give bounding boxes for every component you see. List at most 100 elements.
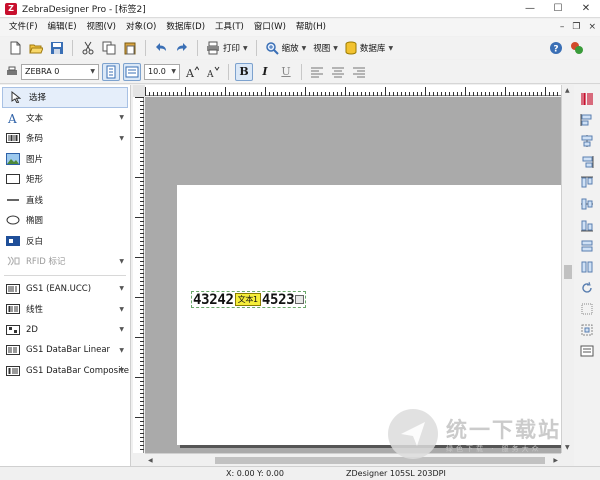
tool-rectangle[interactable]: 矩形 bbox=[0, 169, 130, 190]
inverse-icon bbox=[6, 235, 20, 247]
mdi-minimize-button[interactable]: – bbox=[560, 19, 565, 36]
align-center-icon bbox=[332, 67, 344, 77]
snap-button[interactable] bbox=[579, 322, 595, 338]
menu-view[interactable]: 视图(V) bbox=[82, 19, 121, 36]
rotate-button[interactable] bbox=[579, 280, 595, 296]
zoom-button[interactable]: 缩放 ▼ bbox=[263, 41, 309, 55]
tool-label: RFID 标记 bbox=[26, 257, 66, 268]
scroll-down-icon[interactable]: ▼ bbox=[565, 444, 570, 451]
toolbar-separator bbox=[72, 40, 73, 56]
print-button[interactable]: 打印 ▼ bbox=[204, 41, 250, 55]
tool-select[interactable]: 选择 bbox=[2, 87, 128, 108]
tool-ellipse[interactable]: 椭圆 bbox=[0, 210, 130, 231]
align-right-button[interactable] bbox=[350, 63, 368, 81]
cut-button[interactable] bbox=[79, 39, 97, 57]
menu-object[interactable]: 对象(O) bbox=[121, 19, 161, 36]
portrait-button[interactable] bbox=[102, 62, 120, 81]
ruler-corner bbox=[133, 85, 145, 97]
menu-file[interactable]: 文件(F) bbox=[4, 19, 43, 36]
vertical-scrollbar[interactable]: ▲ ▼ bbox=[561, 85, 573, 453]
align-right-edges-button[interactable] bbox=[579, 154, 595, 170]
paste-button[interactable] bbox=[121, 39, 139, 57]
tool-2d[interactable]: 2D ▼ bbox=[0, 320, 130, 341]
help-button[interactable]: ? bbox=[547, 39, 565, 57]
scroll-right-icon[interactable]: ▶ bbox=[553, 457, 558, 464]
tool-label: 反白 bbox=[26, 236, 44, 247]
minimize-button[interactable]: — bbox=[516, 0, 544, 18]
save-button[interactable] bbox=[48, 39, 66, 57]
landscape-button[interactable] bbox=[123, 62, 141, 81]
grow-font-button[interactable]: A bbox=[183, 63, 201, 81]
menu-database[interactable]: 数据库(D) bbox=[161, 19, 210, 36]
snap-frame-icon bbox=[581, 324, 593, 336]
app-logo-icon: Z bbox=[5, 2, 17, 15]
vertical-scroll-thumb[interactable] bbox=[564, 265, 572, 279]
same-width-button[interactable] bbox=[579, 238, 595, 254]
object-properties-button[interactable] bbox=[579, 343, 595, 359]
redo-button[interactable] bbox=[173, 39, 191, 57]
printer-select[interactable]: ZEBRA 0 ▼ bbox=[21, 63, 99, 80]
align-left-button[interactable] bbox=[308, 63, 326, 81]
align-left-edges-button[interactable] bbox=[579, 112, 595, 128]
barcode-properties-button[interactable] bbox=[579, 91, 595, 107]
toolbar-separator bbox=[197, 40, 198, 56]
tool-linear[interactable]: 线性 ▼ bbox=[0, 299, 130, 320]
help-icon: ? bbox=[550, 42, 562, 55]
align-bottom-edges-icon bbox=[581, 220, 593, 232]
view-button[interactable]: 视图 ▼ bbox=[311, 42, 340, 54]
align-centers-h-button[interactable] bbox=[579, 133, 595, 149]
undo-button[interactable] bbox=[152, 39, 170, 57]
mdi-controls: – ❐ × bbox=[560, 19, 596, 36]
open-button[interactable] bbox=[27, 39, 45, 57]
svg-text:A: A bbox=[185, 67, 195, 79]
tool-text[interactable]: A 文本 ▼ bbox=[0, 108, 130, 129]
tool-gs1-ean[interactable]: GS1 (EAN.UCC) ▼ bbox=[0, 279, 130, 300]
tool-databar-composite[interactable]: GS1 DataBar Composite ▼ bbox=[0, 361, 130, 382]
close-button[interactable]: ✕ bbox=[572, 0, 600, 18]
text-object-tag[interactable]: 文本1 bbox=[234, 293, 261, 306]
barcode-object[interactable]: 43242 文本1 4523 bbox=[191, 291, 307, 308]
printer-status: ZDesigner 105SL 203DPI bbox=[346, 469, 446, 478]
italic-button[interactable]: I bbox=[256, 63, 274, 81]
globe-people-icon bbox=[571, 42, 583, 54]
font-size-select[interactable]: 10.0 ▼ bbox=[144, 63, 180, 80]
scroll-up-icon[interactable]: ▲ bbox=[565, 87, 570, 94]
bold-button[interactable]: B bbox=[235, 62, 253, 81]
tool-rfid[interactable]: RFID 标记 ▼ bbox=[0, 251, 130, 272]
design-canvas[interactable]: 43242 文本1 4523 bbox=[145, 97, 561, 453]
align-center-button[interactable] bbox=[329, 63, 347, 81]
horizontal-scroll-thumb[interactable] bbox=[215, 457, 545, 464]
about-button[interactable] bbox=[568, 39, 586, 57]
menu-edit[interactable]: 编辑(E) bbox=[43, 19, 82, 36]
align-top-edges-button[interactable] bbox=[579, 175, 595, 191]
tool-databar-linear[interactable]: GS1 DataBar Linear ▼ bbox=[0, 340, 130, 361]
label-page[interactable]: 43242 文本1 4523 bbox=[177, 185, 561, 445]
tool-line[interactable]: 直线 bbox=[0, 190, 130, 211]
same-height-button[interactable] bbox=[579, 259, 595, 275]
menu-window[interactable]: 窗口(W) bbox=[249, 19, 291, 36]
scroll-left-icon[interactable]: ◀ bbox=[148, 457, 153, 464]
underline-button[interactable]: U bbox=[277, 63, 295, 81]
tool-barcode[interactable]: 条码 ▼ bbox=[0, 128, 130, 149]
align-bottom-edges-button[interactable] bbox=[579, 217, 595, 233]
undo-icon bbox=[156, 43, 166, 51]
database-button[interactable]: 数据库 ▼ bbox=[343, 41, 395, 55]
printer-icon bbox=[207, 41, 219, 55]
same-width-icon bbox=[581, 240, 593, 252]
align-middles-button[interactable] bbox=[579, 196, 595, 212]
chevron-down-icon: ▼ bbox=[333, 44, 338, 52]
chevron-down-icon: ▼ bbox=[90, 68, 95, 75]
menu-tools[interactable]: 工具(T) bbox=[210, 19, 249, 36]
new-button[interactable] bbox=[6, 39, 24, 57]
menu-help[interactable]: 帮助(H) bbox=[291, 19, 331, 36]
shrink-font-button[interactable]: A bbox=[204, 63, 222, 81]
horizontal-scrollbar[interactable]: ◀ ▶ bbox=[145, 453, 561, 466]
rectangle-icon bbox=[6, 173, 20, 185]
tool-picture[interactable]: 图片 bbox=[0, 149, 130, 170]
copy-button[interactable] bbox=[100, 39, 118, 57]
mdi-close-button[interactable]: × bbox=[588, 19, 596, 36]
maximize-button[interactable]: ☐ bbox=[544, 0, 572, 18]
mdi-restore-button[interactable]: ❐ bbox=[572, 19, 580, 36]
grid-button[interactable] bbox=[579, 301, 595, 317]
tool-inverse[interactable]: 反白 bbox=[0, 231, 130, 252]
